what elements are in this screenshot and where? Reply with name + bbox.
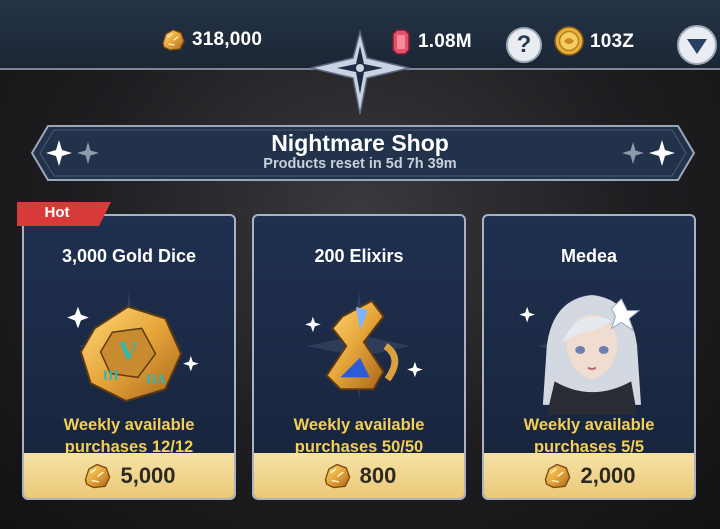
svg-text:III: III	[103, 368, 120, 382]
star-emblem-icon	[310, 29, 410, 115]
price-button[interactable]: 5,000	[24, 453, 234, 498]
price-button[interactable]: 800	[254, 453, 464, 498]
product-name: Medea	[560, 246, 618, 266]
gold-nugget-icon	[160, 28, 186, 52]
character-portrait-icon	[519, 291, 642, 415]
gold-dice-icon: V III IIA	[67, 291, 199, 403]
product-card-elixirs[interactable]: 200 Elixirs Weekly available purchases 5…	[252, 214, 466, 500]
gold-nugget-icon	[322, 462, 352, 490]
question-mark-icon: ?	[516, 31, 532, 58]
product-name: 3,000 Gold Dice	[61, 246, 197, 266]
purchase-limit: Weekly available purchases 12/12	[63, 416, 195, 456]
coin-counter: 103Z	[554, 26, 634, 56]
product-card-medea[interactable]: Medea Weekly available purchases 5/5 2,0…	[482, 214, 696, 500]
elixir-hourglass-icon	[305, 291, 423, 401]
purchase-limit: Weekly available purchases 5/5	[523, 416, 655, 456]
gold-counter: 318,000	[160, 28, 262, 52]
menu-dropdown-button[interactable]	[677, 25, 717, 65]
gem-amount: 1.08M	[418, 31, 472, 52]
price-button[interactable]: 2,000	[484, 453, 694, 498]
reset-timer: Products reset in 5d 7h 39m	[263, 156, 457, 172]
price-value: 800	[359, 462, 397, 488]
svg-text:V: V	[118, 338, 138, 366]
price-value: 5,000	[120, 462, 176, 488]
svg-text:IIA: IIA	[146, 372, 167, 386]
shop-title: Nightmare Shop	[271, 130, 449, 156]
purchase-limit: Weekly available purchases 50/50	[293, 416, 425, 456]
gold-amount: 318,000	[192, 29, 263, 50]
chevron-down-icon	[687, 39, 707, 54]
help-button[interactable]: ?	[506, 27, 542, 63]
product-card-gold-dice[interactable]: 3,000 Gold Dice V III IIA Weekly availab…	[22, 214, 236, 500]
gold-nugget-icon	[82, 462, 112, 490]
product-name: 200 Elixirs	[314, 246, 404, 266]
hot-tag-label: Hot	[44, 204, 70, 221]
coin-amount: 103Z	[590, 31, 635, 52]
price-value: 2,000	[580, 462, 636, 488]
gold-coin-icon	[554, 26, 584, 56]
gold-nugget-icon	[542, 462, 572, 490]
